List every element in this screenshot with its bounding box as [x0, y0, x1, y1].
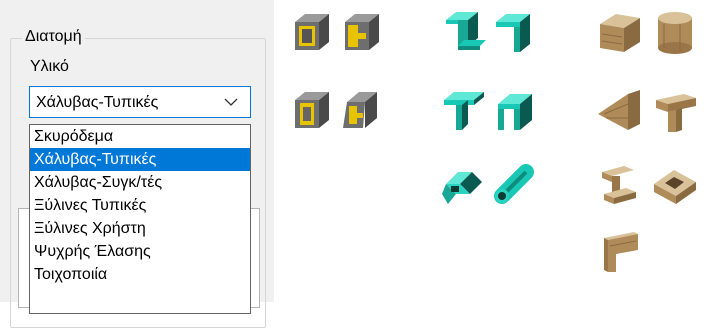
composite-box-section-icon[interactable] [283, 8, 333, 58]
steel-angle-section-icon[interactable] [488, 8, 538, 58]
timber-circular-section-icon[interactable] [650, 8, 700, 58]
material-option-timber-user[interactable]: Ξύλινες Χρήστη [30, 217, 250, 240]
material-dropdown[interactable]: Χάλυβας-Τυπικές [29, 86, 251, 118]
timber-angle-section-icon[interactable] [594, 224, 644, 274]
steel-z-section-icon[interactable] [438, 8, 488, 58]
material-option-steel-standard[interactable]: Χάλυβας-Τυπικές [30, 148, 250, 171]
material-option-concrete[interactable]: Σκυρόδεμα [30, 125, 250, 148]
composite-box-section-variant-icon[interactable] [283, 86, 333, 136]
section-panel: Διατομή Υλικό Χάλυβας-Τυπικές Σκυρόδεμα … [0, 0, 274, 328]
timber-rectangular-section-icon[interactable] [594, 8, 644, 58]
material-option-masonry[interactable]: Τοιχοποιία [30, 263, 250, 286]
timber-t-section-icon[interactable] [650, 86, 700, 136]
section-group-title: Διατομή [22, 27, 85, 47]
material-dropdown-value: Χάλυβας-Τυπικές [36, 94, 159, 111]
material-option-cold-formed[interactable]: Ψυχρής Έλασης [30, 240, 250, 263]
material-option-steel-composite[interactable]: Χάλυβας-Συγκ/τές [30, 171, 250, 194]
steel-channel-section-icon[interactable] [488, 86, 538, 136]
composite-channel-section-icon[interactable] [333, 8, 383, 58]
timber-triangular-section-icon[interactable] [594, 86, 644, 136]
steel-circular-hollow-section-icon[interactable] [488, 160, 538, 210]
material-label: Υλικό [30, 58, 69, 75]
chevron-down-icon [224, 98, 238, 106]
material-option-timber-standard[interactable]: Ξύλινες Τυπικές [30, 194, 250, 217]
timber-i-section-icon[interactable] [594, 160, 644, 210]
timber-box-section-icon[interactable] [650, 160, 700, 210]
composite-channel-section-variant-icon[interactable] [333, 86, 383, 136]
material-options-list[interactable]: Σκυρόδεμα Χάλυβας-Τυπικές Χάλυβας-Συγκ/τ… [29, 124, 251, 314]
steel-t-section-icon[interactable] [438, 86, 488, 136]
steel-square-hollow-section-icon[interactable] [438, 160, 488, 210]
